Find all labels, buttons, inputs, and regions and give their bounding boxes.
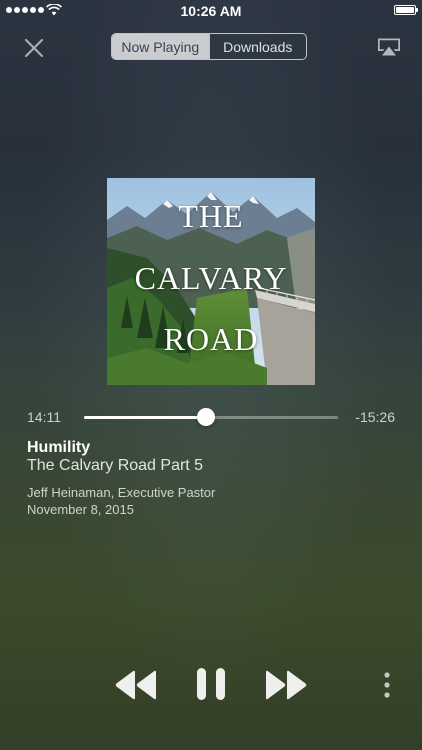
artwork-title-line-1: THE	[178, 198, 244, 234]
track-series: The Calvary Road Part 5	[27, 457, 204, 474]
track-title: Humility	[27, 439, 91, 456]
scrubber-thumb[interactable]	[196, 408, 215, 426]
remaining-time: -15:26	[355, 409, 395, 425]
track-date: November 8, 2015	[27, 502, 134, 517]
artwork-title-line-2: CALVARY	[134, 260, 288, 296]
close-icon[interactable]	[22, 36, 46, 60]
progress-scrubber[interactable]	[84, 408, 338, 426]
airplay-icon[interactable]	[376, 37, 402, 57]
track-speaker: Jeff Heinaman, Executive Pastor	[27, 485, 216, 500]
now-playing-screen: 10:26 AM Now Playing Downloads THE CALVA…	[0, 0, 422, 750]
artwork-title-line-3: ROAD	[163, 321, 259, 357]
battery-icon	[394, 5, 418, 15]
status-bar: 10:26 AM	[0, 0, 422, 22]
pause-icon[interactable]	[196, 667, 226, 701]
tab-downloads[interactable]: Downloads	[208, 34, 307, 59]
more-vertical-icon[interactable]	[380, 671, 394, 699]
view-segmented-control: Now Playing Downloads	[111, 33, 307, 60]
album-artwork: THE CALVARY ROAD	[107, 178, 315, 385]
rewind-icon[interactable]	[114, 669, 158, 701]
status-time: 10:26 AM	[180, 3, 242, 19]
tab-now-playing[interactable]: Now Playing	[112, 34, 209, 59]
fast-forward-icon[interactable]	[264, 669, 308, 701]
elapsed-time: 14:11	[27, 409, 61, 425]
progress-played	[84, 416, 206, 419]
